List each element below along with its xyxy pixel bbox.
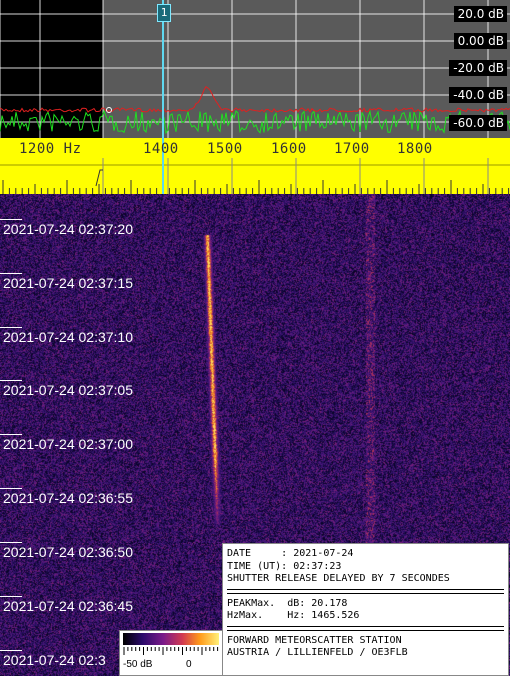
info-peak-db: PEAKMax. dB: 20.178 [227,597,348,609]
info-location: AUSTRIA / LILLIENFELD / OE3FLB [227,647,408,658]
time-label: 2021-07-24 02:37:05 [3,382,133,398]
color-scale-max-label: 0 [186,659,192,670]
db-scale-label: -40.0 dB [449,87,507,103]
info-time: TIME (UT): 02:37:23 [227,560,342,572]
color-scale-legend: -50 dB 0 [119,630,223,676]
frequency-label: 1600 [271,141,307,157]
meteor-scatter-screen: 1 20.0 dB 0.00 dB -20.0 dB -40.0 dB -60.… [0,0,510,676]
db-scale-label: 0.00 dB [453,33,507,49]
frequency-ruler[interactable]: 1200 Hz 1400 1500 1600 1700 1800 [0,138,510,194]
info-date: DATE : 2021-07-24 [227,548,354,559]
color-scale-min-label: -50 dB [123,659,153,670]
frequency-marker-badge[interactable]: 1 [157,4,171,22]
time-label: 2021-07-24 02:37:15 [3,275,133,291]
time-label: 2021-07-24 02:37:20 [3,221,133,237]
frequency-label: 1200 Hz [19,141,82,157]
time-label: 2021-07-24 02:36:55 [3,490,133,506]
time-label: 2021-07-24 02:36:45 [3,598,133,614]
time-label: 2021-07-24 02:3 [3,652,106,668]
spectrum-display[interactable]: 1 20.0 dB 0.00 dB -20.0 dB -40.0 dB -60.… [0,0,510,138]
info-peak-hz: HzMax. Hz: 1465.526 [227,610,360,621]
db-scale-label: 20.0 dB [453,6,507,22]
db-scale-label: -20.0 dB [449,60,507,76]
info-divider [227,625,504,631]
color-scale-bar [123,633,219,645]
spectrum-plot [0,0,510,138]
time-label: 2021-07-24 02:37:10 [3,329,133,345]
frequency-label: 1500 [207,141,243,157]
frequency-label: 1700 [334,141,370,157]
frequency-label: 1800 [397,141,433,157]
capture-info-panel: DATE : 2021-07-24 TIME (UT): 02:37:23 SH… [222,543,509,676]
time-label: 2021-07-24 02:37:00 [3,436,133,452]
info-divider [227,588,504,594]
time-label: 2021-07-24 02:36:50 [3,544,133,560]
db-scale-label: -60.0 dB [449,115,507,131]
frequency-label: 1400 [143,141,179,157]
color-scale-ticks [123,647,219,655]
info-station: FORWARD METEORSCATTER STATION [227,634,402,646]
info-shutter: SHUTTER RELEASE DELAYED BY 7 SECONDES [227,573,450,584]
